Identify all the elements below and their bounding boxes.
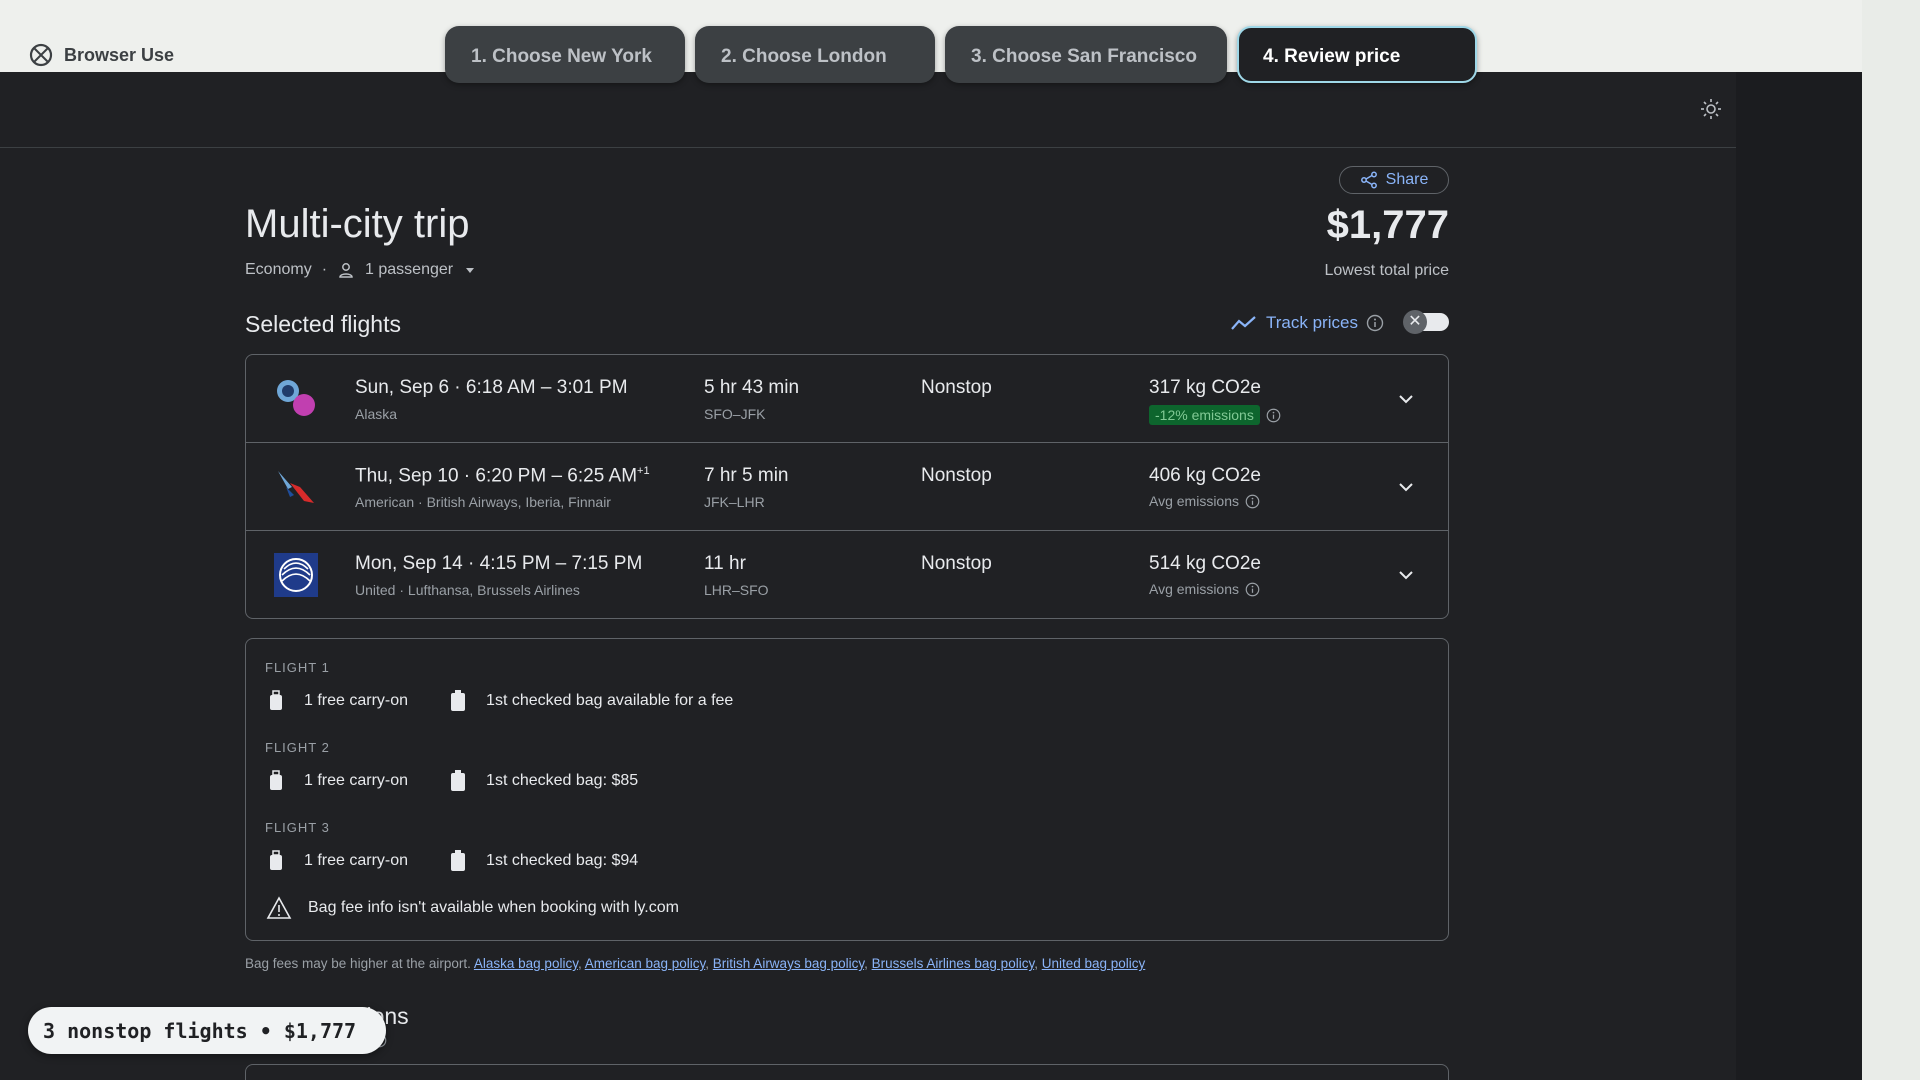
bag-fee-note: Bag fees may be higher at the airport. A… [245,956,1146,971]
flight-duration: 5 hr 43 min [704,377,800,398]
carry-on-text: 1 free carry-on [304,772,409,789]
alaska-bag-policy-link[interactable]: Alaska bag policy [474,956,578,971]
flight-co2: 317 kg CO2e [1149,377,1261,398]
flight-stops: Nonstop [921,553,992,574]
emissions-info: Avg emissions [1149,581,1260,597]
browser-use-logo-icon [29,43,53,67]
flight-row-1[interactable]: Sun, Sep 6 · 6:18 AM – 3:01 PM Alaska 5 … [246,355,1448,443]
chevron-down-icon[interactable] [1396,477,1416,497]
checked-bag-icon [451,770,466,791]
step-tabs: 1. Choose New York 2. Choose London 3. C… [445,26,1477,83]
bag-row: 1 free carry-on 1st checked bag: $85 [266,769,638,793]
selected-flights-heading: Selected flights [245,311,401,337]
trend-icon [1231,316,1256,330]
total-price: $1,777 [1326,203,1449,247]
united-airline-logo-icon [274,553,318,597]
bag-warning: Bag fee info isn't available when bookin… [266,896,679,920]
flight-duration: 11 hr [704,553,746,574]
info-icon[interactable] [1266,408,1281,423]
flight-co2: 514 kg CO2e [1149,553,1261,574]
tab-choose-san-francisco[interactable]: 3. Choose San Francisco [945,26,1227,83]
warning-icon [266,896,292,919]
share-label: Share [1385,171,1429,188]
flight-airlines: American · British Airways, Iberia, Finn… [355,494,611,510]
flight-date-times: Thu, Sep 10 · 6:20 PM – 6:25 AM+1 [355,465,650,487]
flight-row-2[interactable]: Thu, Sep 10 · 6:20 PM – 6:25 AM+1 Americ… [246,443,1448,531]
app-brand: Browser Use [28,42,174,68]
share-button[interactable]: Share [1339,166,1449,194]
flight-stops: Nonstop [921,377,992,398]
emissions-badge: -12% emissions [1149,405,1260,425]
emissions-info: Avg emissions [1149,493,1260,509]
flight-date-times: Sun, Sep 6 · 6:18 AM – 3:01 PM [355,377,628,398]
info-icon[interactable] [1366,314,1384,332]
bag-flight-label: FLIGHT 2 [265,740,330,755]
carry-on-text: 1 free carry-on [304,852,409,869]
carry-on-text: 1 free carry-on [304,692,409,709]
close-icon: ✕ [1403,310,1427,334]
page-title: Multi-city trip [245,202,470,246]
emissions-label: Avg emissions [1149,581,1240,597]
flight-route: JFK–LHR [704,494,765,510]
info-icon[interactable] [1245,582,1260,597]
flight-airlines: Alaska [355,406,398,422]
alaska-airline-logo-icon [277,380,315,416]
right-panel [1736,72,1862,1080]
track-prices-label: Track prices [1266,313,1358,332]
flight-stops: Nonstop [921,465,992,486]
price-caption: Lowest total price [1324,262,1449,279]
checked-bag-icon [451,690,466,711]
american-bag-policy-link[interactable]: American bag policy [585,956,706,971]
tab-choose-london[interactable]: 2. Choose London [695,26,935,83]
checked-bag-text: 1st checked bag available for a fee [486,692,734,709]
tab-choose-new-york[interactable]: 1. Choose New York [445,26,685,83]
checked-bag-text: 1st checked bag: $94 [486,852,639,869]
flight-route: LHR–SFO [704,582,769,598]
booking-options-box [245,1064,1449,1080]
checked-bag-text: 1st checked bag: $85 [486,772,639,789]
brightness-icon[interactable] [1700,98,1722,120]
summary-toast: 3 nonstop flights • $1,777 [28,1007,386,1054]
carry-on-bag-icon [270,770,282,790]
person-icon [339,263,353,278]
bag-row: 1 free carry-on 1st checked bag: $94 [266,849,638,873]
emissions-label: Avg emissions [1149,493,1240,509]
chevron-down-icon[interactable] [1396,389,1416,409]
carry-on-bag-icon [270,850,282,870]
flight-route: SFO–JFK [704,406,766,422]
flight-duration: 7 hr 5 min [704,465,789,486]
tab-review-price[interactable]: 4. Review price [1237,26,1477,83]
flight-date-times: Mon, Sep 14 · 4:15 PM – 7:15 PM [355,553,643,574]
bag-row: 1 free carry-on 1st checked bag availabl… [266,689,733,713]
cabin-class[interactable]: Economy [245,261,312,279]
track-prices-toggle[interactable]: ✕ [1403,310,1449,334]
bag-flight-label: FLIGHT 3 [265,820,330,835]
track-prices[interactable]: Track prices [1230,313,1384,333]
carry-on-bag-icon [270,690,282,710]
checked-bag-icon [451,850,466,871]
baggage-info: FLIGHT 1 1 free carry-on 1st checked bag… [245,638,1449,941]
info-icon[interactable] [1245,494,1260,509]
united-bag-policy-link[interactable]: United bag policy [1042,956,1146,971]
british-airways-bag-policy-link[interactable]: British Airways bag policy [713,956,864,971]
caret-down-icon[interactable] [463,263,477,277]
flight-airlines: United · Lufthansa, Brussels Airlines [355,582,580,598]
bag-warning-text: Bag fee info isn't available when bookin… [308,899,679,916]
app-name: Browser Use [64,44,175,65]
chevron-down-icon[interactable] [1396,565,1416,585]
trip-options: Economy · 1 passenger [245,261,477,279]
share-icon [1360,171,1377,189]
flight-co2: 406 kg CO2e [1149,465,1261,486]
bag-flight-label: FLIGHT 1 [265,660,330,675]
emissions-info: -12% emissions [1149,405,1281,425]
american-airline-logo-icon [278,471,314,503]
flight-row-3[interactable]: Mon, Sep 14 · 4:15 PM – 7:15 PM United ·… [246,531,1448,619]
brussels-airlines-bag-policy-link[interactable]: Brussels Airlines bag policy [872,956,1035,971]
selected-flights-list: Sun, Sep 6 · 6:18 AM – 3:01 PM Alaska 5 … [245,354,1449,619]
passenger-count[interactable]: 1 passenger [365,261,453,279]
header-divider [0,147,1736,148]
